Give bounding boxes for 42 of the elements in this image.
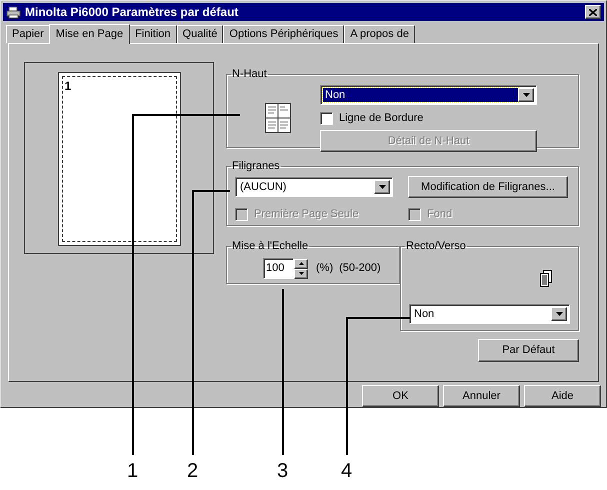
duplex-pages-icon <box>540 270 552 288</box>
checkbox-label: Fond <box>427 207 452 222</box>
button[interactable]: Par Défaut <box>478 338 579 362</box>
page-number: 1 <box>64 78 72 93</box>
checkbox[interactable] <box>320 112 333 125</box>
callout-number: 1 <box>127 461 138 481</box>
spin-value: 100 <box>266 261 284 276</box>
tab[interactable]: Qualité <box>176 24 224 43</box>
dropdown[interactable]: Non <box>409 304 570 324</box>
group-label: N-Haut <box>231 66 268 82</box>
spin-up-icon[interactable] <box>294 258 308 269</box>
checkbox-label: Ligne de Bordure <box>339 111 424 126</box>
spin-down-icon[interactable] <box>294 268 308 279</box>
close-icon <box>589 8 597 16</box>
close-button[interactable] <box>585 5 601 19</box>
four-page-layout-icon <box>264 103 290 134</box>
tab[interactable]: A propos de <box>344 24 415 43</box>
dropdown[interactable]: (AUCUN) <box>235 177 393 198</box>
group-label: Filigranes <box>231 158 281 174</box>
tab[interactable]: Options Périphériques <box>223 24 344 43</box>
group-label: Mise à l'Echelle <box>231 238 310 254</box>
button[interactable]: Modification de Filigranes... <box>408 176 568 198</box>
button[interactable]: Annuler <box>443 385 520 407</box>
dropdown-value: (AUCUN) <box>239 180 288 194</box>
dropdown-value: Non <box>413 307 436 322</box>
window-title: Minolta Pi6000 Paramètres par défaut <box>25 4 238 21</box>
tab[interactable]: Finition <box>129 24 177 43</box>
group-label: Recto/Verso <box>405 238 467 254</box>
callout-number: 2 <box>187 461 198 481</box>
spin-field[interactable]: 100 <box>263 258 294 280</box>
button[interactable]: Aide <box>524 385 601 407</box>
unit-label: (%) <box>316 261 334 276</box>
tab[interactable]: Papier <box>6 24 50 43</box>
callout-number: 4 <box>341 461 352 481</box>
tab[interactable]: Mise en Page <box>48 24 130 44</box>
dropdown[interactable]: Non <box>320 85 537 106</box>
checkbox-label: Première Page Seule <box>254 207 359 222</box>
callout-number: 3 <box>277 461 288 481</box>
printer-icon <box>6 6 21 18</box>
range-label: (50-200) <box>339 261 381 276</box>
dropdown-value: Non <box>323 88 518 102</box>
button[interactable]: OK <box>362 385 439 407</box>
